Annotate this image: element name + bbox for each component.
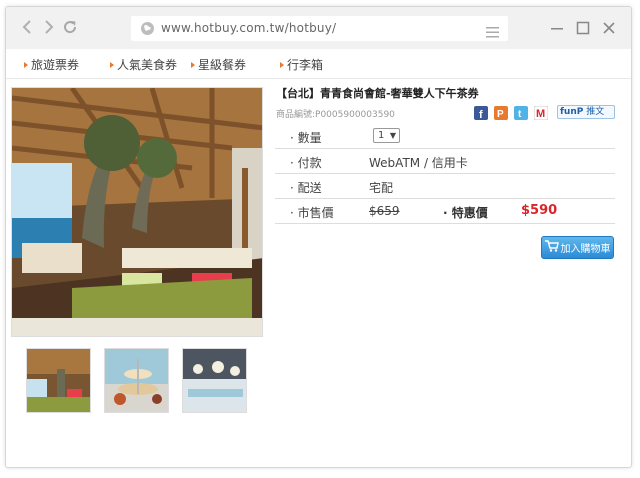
quantity-label: · 數量 <box>290 131 322 145</box>
nav-item-food-vouchers[interactable]: 人氣美食券 <box>110 56 177 73</box>
special-price-label: · 特惠價 <box>443 206 488 220</box>
dropdown-arrow-icon: ▼ <box>389 131 396 140</box>
svg-text:P: P <box>497 109 504 120</box>
plurk-share-icon[interactable]: P <box>494 105 508 120</box>
category-nav: 旅遊票券 人氣美食券 星級餐券 行李箱 <box>6 49 631 79</box>
product-main-image <box>11 87 263 337</box>
quantity-select[interactable]: 1 ▼ <box>373 128 400 143</box>
svg-text:M: M <box>536 108 545 120</box>
back-icon[interactable] <box>18 18 36 36</box>
product-thumbnail-3[interactable] <box>182 348 247 413</box>
arrow-bullet-icon <box>280 61 284 68</box>
svg-text:f: f <box>479 109 483 120</box>
globe-icon <box>140 21 155 36</box>
close-icon[interactable] <box>601 20 617 36</box>
product-thumbnail-1[interactable] <box>26 348 91 413</box>
product-thumbnail-2[interactable] <box>104 348 169 413</box>
shipping-value: 宅配 <box>369 181 394 195</box>
funp-share-button[interactable]: funP 推文 <box>557 105 615 119</box>
minimize-icon[interactable] <box>549 20 565 36</box>
facebook-share-icon[interactable]: f <box>474 105 488 121</box>
maximize-icon[interactable] <box>575 20 591 36</box>
arrow-bullet-icon <box>110 61 114 68</box>
arrow-bullet-icon <box>191 61 195 68</box>
reload-icon[interactable] <box>61 18 79 36</box>
shopping-cart-icon <box>544 240 559 255</box>
twitter-share-icon[interactable]: t <box>514 105 528 120</box>
gmail-share-icon[interactable]: M <box>533 105 549 121</box>
arrow-bullet-icon <box>24 61 28 68</box>
special-price-value: $590 <box>521 203 558 218</box>
browser-window: www.hotbuy.com.tw/hotbuy/ 旅遊票券 人氣美食券 星級餐… <box>5 6 632 468</box>
funp-sub-label: 推文 <box>586 107 605 117</box>
payment-value: WebATM / 信用卡 <box>369 156 468 170</box>
title-bar: www.hotbuy.com.tw/hotbuy/ <box>6 7 631 49</box>
shipping-label: · 配送 <box>290 181 322 195</box>
list-price-label: · 市售價 <box>290 206 334 220</box>
add-to-cart-button[interactable]: 加入購物車 <box>541 236 614 259</box>
product-title: 【台北】青青食尚會館-奢華雙人下午茶券 <box>276 87 479 100</box>
url-text: www.hotbuy.com.tw/hotbuy/ <box>161 21 337 35</box>
forward-icon[interactable] <box>40 18 58 36</box>
nav-item-luggage[interactable]: 行李箱 <box>280 56 323 73</box>
quantity-row: · 數量 1 ▼ <box>275 124 615 149</box>
price-row: · 市售價 $659 · 特惠價 $590 <box>275 199 615 224</box>
payment-row: · 付款 WebATM / 信用卡 <box>275 149 615 174</box>
shipping-row: · 配送 宅配 <box>275 174 615 199</box>
nav-item-travel-tickets[interactable]: 旅遊票券 <box>24 56 79 73</box>
address-bar[interactable]: www.hotbuy.com.tw/hotbuy/ <box>131 16 508 41</box>
funp-label: funP <box>560 107 584 117</box>
product-code: 商品編號:P0005900003590 <box>276 110 395 120</box>
hamburger-menu-icon[interactable] <box>486 23 499 38</box>
payment-label: · 付款 <box>290 156 322 170</box>
nav-item-star-meal-vouchers[interactable]: 星級餐券 <box>191 56 246 73</box>
list-price-value: $659 <box>369 204 400 218</box>
